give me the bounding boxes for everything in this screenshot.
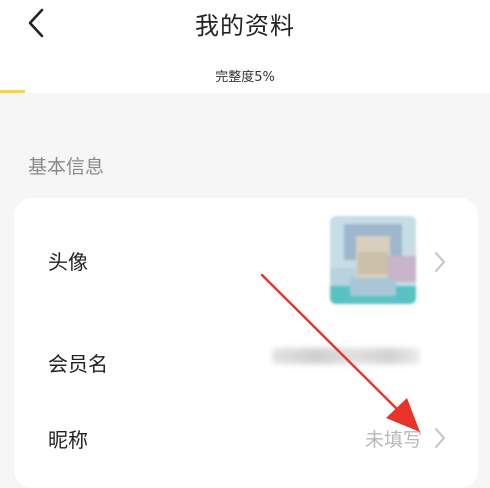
chevron-right-icon [435,428,445,448]
avatar-row-label: 头像 [48,250,88,274]
basic-info-card: 头像 会员名 昵称 未填写 [14,198,478,488]
avatar-row[interactable]: 头像 [14,198,478,324]
completeness-progress-bar [0,90,490,93]
completeness-label: 完整度5% [215,70,275,85]
section-title: 基本信息 [28,156,105,178]
avatar [330,216,416,304]
nickname-row[interactable]: 昵称 未填写 [14,398,478,478]
chevron-right-icon [435,252,445,272]
nickname-row-label: 昵称 [48,428,88,452]
completeness-progress-fill [0,90,25,93]
member-name-row-label: 会员名 [48,352,108,376]
member-name-obscured [272,348,420,364]
header: 我的资料 完整度5% [0,0,490,93]
nickname-value: 未填写 [364,429,422,451]
page-title: 我的资料 [195,12,295,40]
